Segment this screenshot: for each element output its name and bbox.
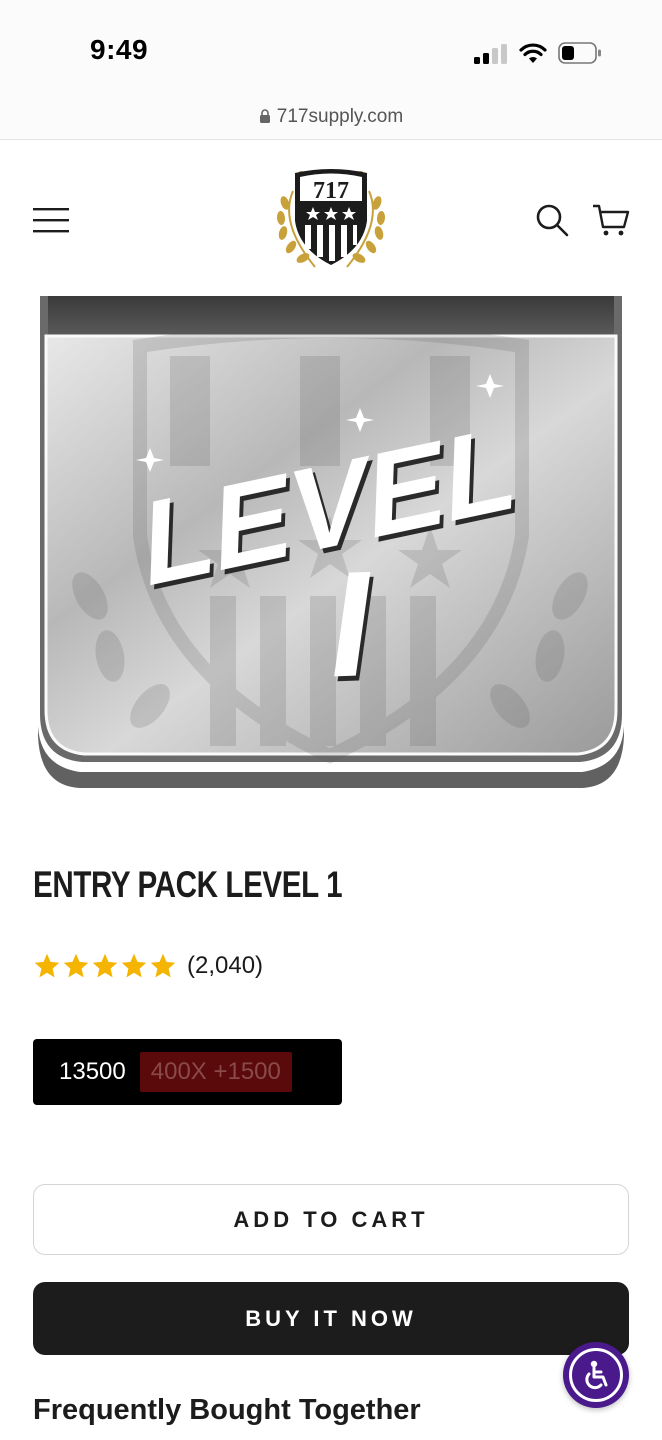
star-icon [92, 953, 118, 978]
url-text: 717supply.com [276, 106, 404, 127]
status-bar: 9:49 [0, 0, 662, 100]
battery-icon [558, 42, 601, 64]
address-bar[interactable]: 717supply.com [0, 100, 662, 140]
star-icon [121, 953, 147, 978]
hamburger-menu-icon[interactable] [33, 207, 69, 233]
buy-now-button[interactable]: BUY IT NOW [33, 1282, 629, 1355]
logo-text: 717 [313, 178, 349, 204]
lock-icon [259, 109, 270, 123]
brand-logo[interactable]: 717 [271, 163, 391, 273]
site-header: 717 [0, 141, 662, 296]
product-title: ENTRY PACK LEVEL 1 [33, 864, 343, 905]
star-icon [34, 953, 60, 978]
variant-selector: 13500 400X +1500 [33, 1039, 342, 1105]
accessibility-icon [585, 1360, 608, 1390]
product-rating[interactable]: (2,040) [33, 950, 263, 982]
cellular-signal-icon [474, 44, 508, 64]
accessibility-button[interactable] [563, 1342, 629, 1408]
add-to-cart-button[interactable]: ADD TO CART [33, 1184, 629, 1255]
rating-count: (2,040) [187, 952, 264, 979]
status-time: 9:49 [90, 34, 149, 65]
variant-option-400x-1500[interactable]: 400X +1500 [139, 1052, 292, 1092]
cart-icon[interactable] [592, 203, 630, 237]
search-icon[interactable] [535, 203, 569, 237]
variant-option-13500[interactable]: 13500 [59, 1058, 126, 1086]
star-icon [63, 953, 89, 978]
product-image[interactable]: LEVEL LEVEL I I [30, 296, 632, 790]
star-icon [150, 953, 176, 978]
frequently-bought-together-heading: Frequently Bought Together [33, 1394, 421, 1426]
wifi-icon [519, 43, 547, 63]
rating-stars [33, 952, 177, 980]
